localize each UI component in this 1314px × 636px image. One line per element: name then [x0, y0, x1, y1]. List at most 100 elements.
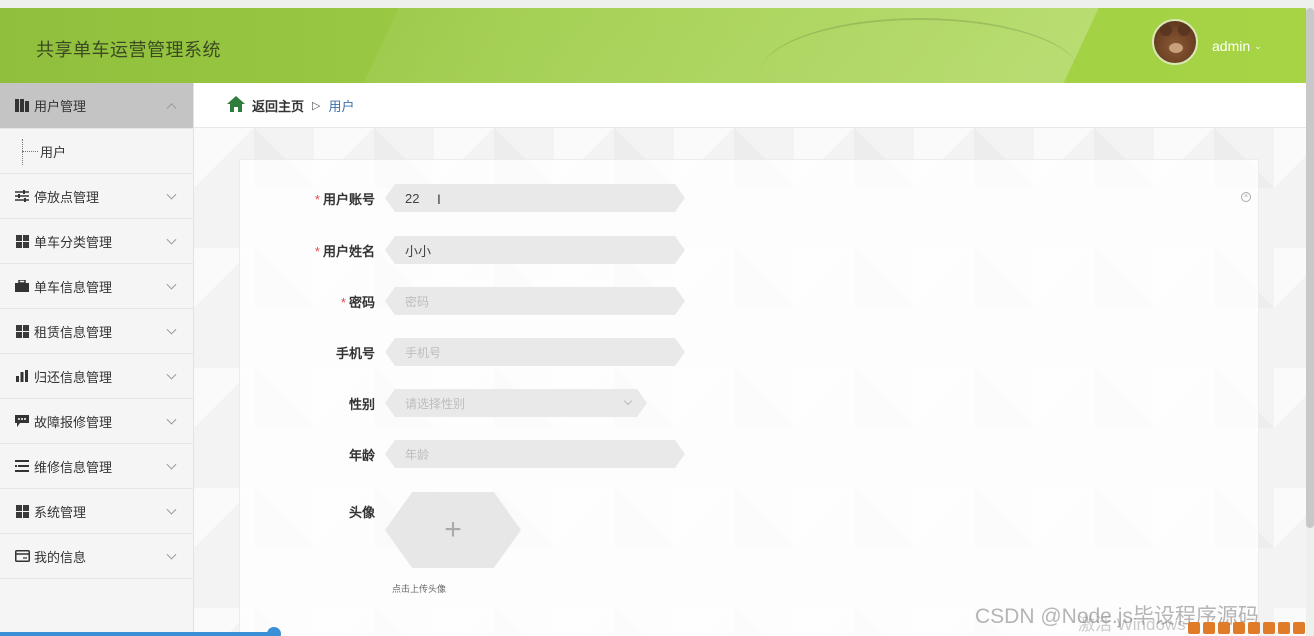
sidebar-item-label: 归还信息管理 — [34, 369, 113, 385]
bottom-handle[interactable] — [267, 627, 281, 636]
tray-icon[interactable] — [1233, 622, 1245, 634]
chevron-down-icon — [166, 459, 177, 470]
upload-tip: 点击上传头像 — [392, 584, 447, 594]
form-row-gender: 性别 请选择性别 — [240, 389, 647, 417]
avatar-ear — [1160, 24, 1172, 36]
sidebar-item-repair[interactable]: 维修信息管理 — [0, 444, 193, 489]
form-row-account: * 用户账号 22 I — [240, 184, 685, 212]
tray-icon[interactable] — [1188, 622, 1200, 634]
name-label: * 用户姓名 — [240, 241, 385, 260]
breadcrumb-current: 用户 — [328, 98, 355, 114]
user-form-panel: × *用户账号 22 I *用户姓名 小小 *密码 密码 手机号 手机号 — [239, 159, 1259, 636]
main-content: × *用户账号 22 I *用户姓名 小小 *密码 密码 手机号 手机号 — [194, 128, 1306, 636]
form-row-age: 年龄 年龄 — [240, 440, 685, 468]
account-input[interactable]: 22 I — [385, 184, 685, 212]
tray-icon[interactable] — [1218, 622, 1230, 634]
sidebar-subitem-user[interactable]: 用户 — [0, 129, 193, 174]
sidebar: 用户管理 用户 停放点管理 单车分类管理 单车信息管理 租赁信息管理 归还信息管… — [0, 83, 194, 636]
sidebar-item-label: 单车信息管理 — [34, 279, 113, 295]
comment-icon — [14, 414, 30, 428]
chevron-down-icon — [166, 504, 177, 515]
password-placeholder: 密码 — [405, 294, 430, 309]
sidebar-item-fault-report[interactable]: 故障报修管理 — [0, 399, 193, 444]
grid-icon — [14, 234, 30, 248]
gender-placeholder: 请选择性别 — [405, 396, 466, 411]
user-menu[interactable]: admin ⌄ — [1212, 38, 1262, 54]
required-mark: * — [340, 294, 346, 310]
chevron-up-icon — [166, 102, 177, 113]
account-label: * 用户账号 — [240, 189, 385, 208]
username: admin — [1212, 38, 1251, 54]
tray-icon[interactable] — [1248, 622, 1260, 634]
chevron-down-icon — [166, 414, 177, 425]
tray-icon[interactable] — [1293, 622, 1305, 634]
required-mark: * — [314, 191, 320, 207]
form-row-phone: 手机号 手机号 — [240, 338, 685, 366]
phone-label: 手机号 — [335, 345, 375, 361]
text-cursor-icon: I — [437, 191, 441, 207]
sidebar-item-return[interactable]: 归还信息管理 — [0, 354, 193, 399]
chevron-down-icon — [623, 396, 633, 406]
chevron-down-icon — [166, 549, 177, 560]
chevron-down-icon — [166, 369, 177, 380]
tray-icon[interactable] — [1278, 622, 1290, 634]
sidebar-item-label: 单车分类管理 — [34, 234, 113, 250]
breadcrumb-separator: ▷ — [312, 99, 321, 112]
account-label-text: 用户账号 — [322, 191, 375, 207]
gender-label: 性别 — [348, 396, 375, 412]
avatar-label: 头像 — [348, 505, 375, 520]
book-icon — [14, 99, 30, 113]
account-value: 22 — [405, 190, 420, 206]
chevron-down-icon: ⌄ — [1254, 40, 1262, 51]
sidebar-item-bike-category[interactable]: 单车分类管理 — [0, 219, 193, 264]
card-icon — [14, 549, 30, 563]
chevron-down-icon — [166, 234, 177, 245]
sidebar-item-label: 维修信息管理 — [34, 459, 113, 475]
plus-icon: + — [444, 513, 462, 546]
chevron-down-icon — [166, 279, 177, 290]
avatar-upload-button[interactable]: + — [385, 492, 521, 568]
name-input[interactable]: 小小 — [385, 236, 685, 264]
sidebar-item-system[interactable]: 系统管理 — [0, 489, 193, 534]
system-tray — [1188, 620, 1310, 636]
avatar-ear — [1178, 24, 1190, 36]
password-input[interactable]: 密码 — [385, 287, 685, 315]
age-input[interactable]: 年龄 — [385, 440, 685, 468]
list-icon — [14, 459, 30, 473]
password-label-text: 密码 — [348, 294, 375, 310]
tray-icon[interactable] — [1203, 622, 1215, 634]
sidebar-item-label: 故障报修管理 — [34, 414, 113, 430]
form-row-avatar: 头像 + — [240, 492, 521, 568]
home-icon[interactable] — [226, 95, 246, 116]
phone-input[interactable]: 手机号 — [385, 338, 685, 366]
sliders-icon — [14, 189, 30, 203]
tray-icon[interactable] — [1263, 622, 1275, 634]
avatar-snout — [1169, 43, 1183, 53]
top-header: 共享单车运营管理系统 admin ⌄ — [0, 8, 1306, 83]
sidebar-item-label: 用户管理 — [34, 99, 87, 114]
close-icon[interactable]: × — [1241, 192, 1251, 202]
name-value: 小小 — [405, 243, 432, 259]
sidebar-item-user-management[interactable]: 用户管理 — [0, 83, 193, 129]
gender-select[interactable]: 请选择性别 — [385, 389, 647, 417]
form-row-name: * 用户姓名 小小 — [240, 236, 685, 264]
breadcrumb: 返回主页 ▷ 用户 — [194, 83, 1306, 128]
sidebar-item-bike-info[interactable]: 单车信息管理 — [0, 264, 193, 309]
required-mark: * — [314, 243, 320, 259]
briefcase-icon — [14, 279, 30, 293]
sidebar-item-label: 我的信息 — [34, 549, 87, 565]
breadcrumb-home-link[interactable]: 返回主页 — [252, 96, 304, 115]
page-scrollbar[interactable] — [1306, 8, 1314, 528]
name-label-text: 用户姓名 — [322, 243, 375, 259]
sidebar-item-parking[interactable]: 停放点管理 — [0, 174, 193, 219]
app-title: 共享单车运营管理系统 — [36, 40, 221, 60]
password-label: * 密码 — [240, 292, 385, 311]
sidebar-item-label: 停放点管理 — [34, 189, 100, 205]
sidebar-item-rental[interactable]: 租赁信息管理 — [0, 309, 193, 354]
avatar[interactable] — [1152, 19, 1198, 65]
sidebar-item-label: 系统管理 — [34, 504, 87, 520]
form-row-password: * 密码 密码 — [240, 287, 685, 315]
sidebar-item-my-info[interactable]: 我的信息 — [0, 534, 193, 579]
age-label: 年龄 — [348, 447, 375, 463]
sidebar-subitem-label: 用户 — [40, 144, 67, 160]
